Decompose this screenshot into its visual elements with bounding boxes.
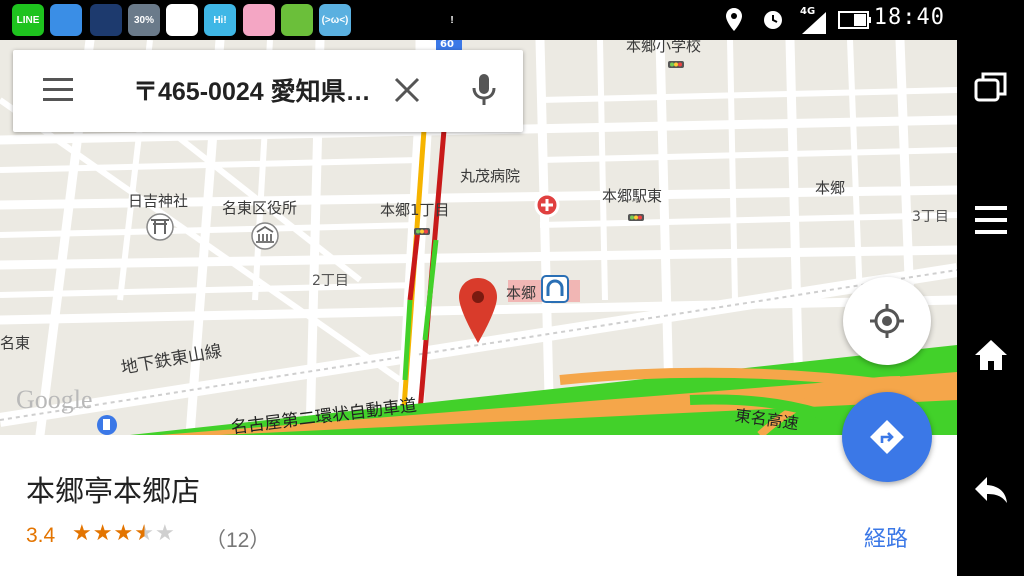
label-hongo-1chome: 本郷1丁目 bbox=[380, 201, 450, 219]
rating-stars: ★★★★★ bbox=[72, 521, 176, 546]
directions-icon bbox=[870, 420, 904, 454]
google-watermark: Google bbox=[16, 385, 93, 414]
label-3chome: 3丁目 bbox=[912, 209, 949, 225]
clear-icon[interactable] bbox=[393, 76, 421, 108]
system-nav-bar bbox=[957, 0, 1024, 576]
label-hongo: 本郷 bbox=[815, 179, 846, 197]
star-icon: ★ bbox=[72, 521, 93, 546]
network-type: 4G bbox=[800, 6, 816, 17]
weather-night-icon bbox=[90, 4, 122, 36]
weather-cloud-icon: 30% bbox=[128, 4, 160, 36]
clock: 18:40 bbox=[873, 5, 945, 30]
back-icon bbox=[974, 476, 1007, 503]
label-marushige-hospital: 丸茂病院 bbox=[460, 167, 521, 185]
home-icon bbox=[974, 339, 1007, 370]
recent-apps-button[interactable] bbox=[967, 62, 1014, 109]
alert-icon: ! bbox=[436, 4, 468, 36]
crosshair-icon bbox=[870, 304, 904, 338]
home-button[interactable] bbox=[967, 331, 1014, 378]
microphone-icon[interactable] bbox=[470, 72, 498, 112]
menu-button[interactable] bbox=[967, 196, 1014, 243]
menu-icon[interactable] bbox=[43, 78, 73, 102]
star-icon: ★ bbox=[154, 521, 176, 546]
star-icon: ★ bbox=[92, 521, 114, 546]
signal-icon: 4G bbox=[798, 0, 828, 40]
alarm-icon bbox=[762, 0, 784, 40]
my-location-button[interactable] bbox=[843, 277, 931, 365]
pink-app-icon bbox=[243, 4, 275, 36]
star-icon: ★ bbox=[113, 521, 135, 546]
government-building-icon[interactable] bbox=[251, 222, 279, 250]
half-star-icon: ★ bbox=[134, 521, 155, 546]
search-query[interactable]: 〒465-0024 愛知県… bbox=[133, 72, 388, 108]
place-sheet[interactable]: 本郷亭本郷店 3.4 ★★★★★ （12） 経路 bbox=[0, 435, 957, 576]
news-app-icon bbox=[50, 4, 82, 36]
recent-apps-icon bbox=[974, 72, 1006, 101]
search-box[interactable]: 〒465-0024 愛知県… bbox=[13, 50, 523, 132]
label-hongo-station: 本郷 bbox=[506, 284, 537, 302]
help-app-icon bbox=[281, 4, 313, 36]
route-shield-number: 60 bbox=[440, 40, 454, 50]
directions-button[interactable] bbox=[842, 392, 932, 482]
hospital-icon[interactable] bbox=[534, 192, 560, 218]
review-count[interactable]: （12） bbox=[205, 524, 270, 554]
back-button[interactable] bbox=[967, 466, 1014, 513]
label-meito-ward-office: 名東区役所 bbox=[222, 199, 298, 217]
traffic-light-icon bbox=[414, 228, 430, 235]
label-2chome: 2丁目 bbox=[312, 273, 349, 289]
location-icon bbox=[724, 0, 744, 40]
label-meito-left: 名東 bbox=[0, 334, 31, 352]
line-app-icon: LINE bbox=[12, 4, 44, 36]
label-hongo-station-east: 本郷駅東 bbox=[602, 187, 663, 205]
menu-lines-icon bbox=[974, 205, 1007, 234]
leaf-icon bbox=[397, 4, 429, 36]
firefox-like-icon bbox=[166, 4, 198, 36]
route-button[interactable]: 経路 bbox=[864, 521, 908, 553]
traffic-light-icon bbox=[628, 214, 644, 221]
shrine-icon[interactable] bbox=[146, 213, 174, 241]
subway-station-icon[interactable] bbox=[541, 275, 569, 303]
gas-station-icon[interactable] bbox=[97, 415, 117, 435]
emoticon-app-icon: (>ω<) bbox=[319, 4, 351, 36]
label-hongo-elementary: 本郷小学校 bbox=[626, 40, 702, 55]
traffic-light-icon bbox=[668, 61, 684, 68]
battery-icon bbox=[838, 0, 872, 40]
rating-value: 3.4 bbox=[26, 524, 56, 547]
rotate-icon bbox=[357, 4, 389, 36]
status-bar: LINE 30% Hi! (>ω<)! 4G 18:40 bbox=[0, 0, 957, 40]
place-title: 本郷亭本郷店 bbox=[26, 474, 201, 508]
hi-app-icon: Hi! bbox=[204, 4, 236, 36]
label-hiyoshi-shrine: 日吉神社 bbox=[128, 192, 189, 210]
